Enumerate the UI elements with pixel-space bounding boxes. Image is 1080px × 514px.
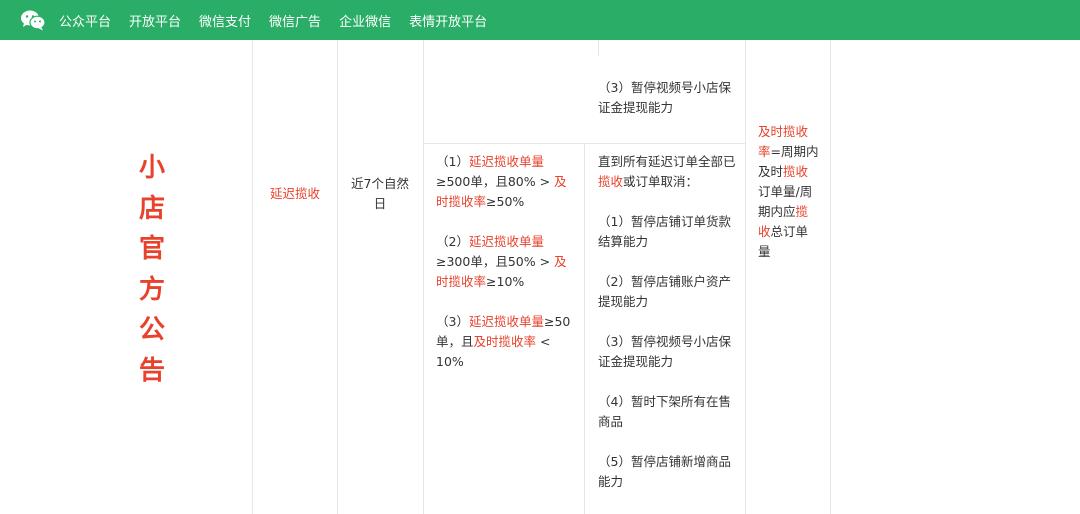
measure-item: （3）暂停视频号小店保证金提现能力 — [598, 334, 731, 369]
measures-intro: 直到所有延迟订单全部已揽收或订单取消： — [598, 152, 736, 192]
period-cell: 近7个自然日 — [351, 176, 409, 211]
measure-item: （2）暂停店铺账户资产提现能力 — [598, 274, 731, 309]
condition-prefix: （3） — [436, 314, 469, 329]
nav-item-official-accounts[interactable]: 公众平台 — [59, 11, 111, 30]
measures-cell: 直到所有延迟订单全部已揽收或订单取消： （1）暂停店铺订单货款结算能力 （2）暂… — [598, 152, 736, 512]
condition-text: ≥50% — [486, 194, 525, 209]
condition-item: （2）延迟揽收单量≥300单，且50% > 及时揽收率≥10% — [436, 232, 576, 292]
title-char: 公 — [138, 315, 165, 345]
measure-item: （5）暂停店铺新增商品能力 — [598, 454, 731, 489]
notice-vertical-title: 小 店 官 方 公 告 — [134, 148, 170, 391]
table-divider — [337, 40, 338, 514]
condition-highlight: 延迟揽收单量 — [468, 234, 544, 249]
title-char: 方 — [138, 274, 165, 305]
table-divider — [423, 40, 424, 514]
title-char: 小 — [138, 153, 165, 183]
nav-item-sticker-platform[interactable]: 表情开放平台 — [409, 11, 487, 30]
title-char: 官 — [138, 234, 165, 264]
table-divider — [598, 40, 599, 56]
title-char: 店 — [138, 193, 165, 224]
condition-text: ≥300单，且50% > — [436, 254, 555, 269]
condition-highlight: 及时揽收率 — [473, 334, 537, 349]
condition-item: （1）延迟揽收单量≥500单，且80% > 及时揽收率≥50% — [436, 152, 576, 212]
definition-cell: 及时揽收率=周期内及时揽收订单量/周期内应揽收总订单量 — [758, 122, 820, 262]
title-char: 告 — [138, 355, 165, 386]
conditions-cell: （1）延迟揽收单量≥500单，且80% > 及时揽收率≥50% （2）延迟揽收单… — [436, 152, 576, 392]
wechat-logo-icon[interactable] — [20, 9, 46, 31]
indicator-cell: 延迟揽收 — [269, 186, 320, 201]
nav-item-wechat-pay[interactable]: 微信支付 — [199, 11, 251, 30]
condition-prefix: （2） — [436, 234, 469, 249]
measure-item: （1）暂停店铺订单货款结算能力 — [598, 214, 731, 249]
definition-highlight: 揽收 — [783, 164, 809, 179]
measure-highlight: 揽收 — [598, 174, 624, 189]
nav-menu: 公众平台 开放平台 微信支付 微信广告 企业微信 表情开放平台 — [59, 11, 505, 30]
condition-text: ≥10% — [486, 274, 525, 289]
condition-text: ≥500单，且80% > — [436, 174, 555, 189]
nav-item-wechat-ads[interactable]: 微信广告 — [269, 11, 321, 30]
measure-item: （4）暂时下架所有在售商品 — [598, 394, 731, 429]
table-divider — [584, 144, 585, 514]
measure-text: 直到所有延迟订单全部已 — [598, 154, 736, 169]
nav-item-work-wechat[interactable]: 企业微信 — [339, 11, 391, 30]
nav-item-open-platform[interactable]: 开放平台 — [129, 11, 181, 30]
condition-highlight: 延迟揽收单量 — [468, 314, 544, 329]
measure-text: 或订单取消： — [623, 174, 699, 189]
table-divider — [423, 143, 745, 144]
condition-item: （3）延迟揽收单量≥50单，且及时揽收率 < 10% — [436, 312, 576, 372]
table-divider — [252, 40, 253, 514]
previous-measure-text: （3）暂停视频号小店保证金提现能力 — [598, 80, 731, 115]
table-divider — [830, 40, 831, 514]
condition-highlight: 延迟揽收单量 — [468, 154, 544, 169]
table-divider — [745, 40, 746, 514]
top-navbar: 公众平台 开放平台 微信支付 微信广告 企业微信 表情开放平台 — [0, 0, 1080, 40]
condition-prefix: （1） — [436, 154, 469, 169]
